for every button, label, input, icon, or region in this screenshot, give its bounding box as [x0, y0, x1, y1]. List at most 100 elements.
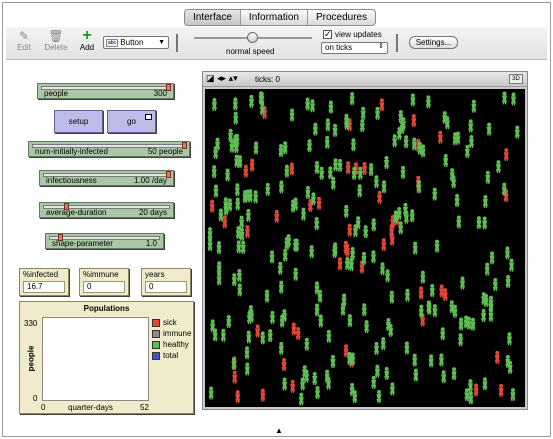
healthy-person: [481, 308, 487, 322]
slider-value: 20 days: [138, 208, 167, 217]
healthy-person: [400, 165, 406, 179]
healthy-person: [314, 160, 320, 174]
setup-button[interactable]: setup: [54, 110, 103, 133]
healthy-person: [514, 125, 520, 139]
view-shrink-icon[interactable]: ◪: [206, 73, 215, 83]
healthy-person: [236, 240, 242, 254]
plot-legend: sick immune healthy total: [152, 317, 191, 361]
healthy-person: [458, 317, 464, 331]
healthy-person: [443, 154, 449, 168]
sick-person: [249, 158, 255, 172]
monitor-value: 0: [83, 281, 125, 293]
healthy-person: [237, 155, 243, 169]
sick-person: [377, 190, 383, 204]
separator: [176, 34, 178, 52]
sick-person: [232, 370, 238, 384]
plus-icon: +: [82, 27, 92, 44]
healthy-person: [246, 330, 252, 344]
healthy-person: [344, 117, 350, 131]
tab-information[interactable]: Information: [241, 10, 308, 25]
healthy-person: [282, 141, 288, 155]
tab-interface[interactable]: Interface: [185, 10, 241, 25]
healthy-person: [234, 183, 240, 197]
healthy-person: [277, 261, 283, 275]
healthy-person: [410, 93, 416, 107]
healthy-person: [300, 207, 306, 221]
slider-num-initially-infected[interactable]: num-initially-infected 50 people: [28, 141, 190, 157]
healthy-person: [467, 379, 473, 393]
healthy-person: [361, 303, 367, 317]
healthy-person: [509, 258, 515, 272]
view-control-bar: ◪ ◂▸ ▴▾ ticks: 0 3D: [203, 72, 527, 87]
healthy-person: [208, 386, 214, 400]
settings-button[interactable]: Settings...: [409, 36, 458, 49]
healthy-person: [324, 369, 330, 383]
add-button[interactable]: + Add: [74, 27, 100, 53]
slider-people[interactable]: people 300: [37, 83, 174, 99]
healthy-person: [449, 300, 455, 314]
sick-person: [274, 209, 280, 223]
view-height-icon[interactable]: ▴▾: [229, 73, 238, 83]
healthy-person: [464, 144, 470, 158]
view-updates-checkbox[interactable]: ✓ view updates: [323, 30, 382, 39]
healthy-person: [247, 189, 253, 203]
world-canvas[interactable]: [205, 89, 525, 407]
chevron-updown-icon: ⇕: [378, 43, 384, 50]
legend-item-immune: immune: [152, 328, 191, 339]
slider-shape-parameter[interactable]: shape-parameter 1.0: [45, 233, 164, 249]
tab-procedures[interactable]: Procedures: [308, 10, 375, 25]
edit-button[interactable]: ✎ Edit: [11, 29, 37, 52]
healthy-person: [381, 180, 387, 194]
healthy-person: [343, 204, 349, 218]
healthy-person: [289, 108, 295, 122]
slider-label: infectiousness: [46, 176, 97, 185]
healthy-person: [444, 116, 450, 130]
widget-type-select[interactable]: abc Button ▼: [103, 36, 169, 49]
update-mode-select[interactable]: on ticks ⇕: [321, 42, 388, 54]
legend-swatch: [152, 351, 160, 360]
healthy-person: [340, 302, 346, 316]
legend-label: immune: [163, 329, 192, 338]
sick-person: [290, 379, 296, 393]
healthy-person: [385, 318, 391, 332]
healthy-person: [265, 182, 271, 196]
healthy-person: [396, 207, 402, 221]
healthy-person: [282, 248, 288, 262]
delete-button[interactable]: 🗑︎ Delete: [43, 29, 69, 52]
slider-infectiousness[interactable]: infectiousness 1.00 /day: [39, 170, 174, 186]
go-button[interactable]: go: [107, 110, 156, 133]
healthy-person: [233, 111, 239, 125]
healthy-person: [489, 251, 495, 265]
view-width-icon[interactable]: ◂▸: [217, 73, 226, 83]
healthy-person: [434, 239, 440, 253]
legend-item-healthy: healthy: [152, 339, 191, 350]
healthy-person: [468, 119, 474, 133]
healthy-person: [482, 216, 488, 230]
healthy-person: [373, 175, 379, 189]
healthy-person: [396, 126, 402, 140]
healthy-person: [236, 269, 242, 283]
healthy-person: [486, 122, 492, 136]
healthy-person: [389, 290, 395, 304]
healthy-person: [281, 309, 287, 323]
slider-label: average-duration: [46, 208, 107, 217]
speed-slider-knob[interactable]: [247, 32, 258, 43]
healthy-person: [278, 280, 284, 294]
healthy-person: [485, 170, 491, 184]
healthy-person: [459, 276, 465, 290]
healthy-person: [375, 106, 381, 120]
healthy-person: [374, 341, 380, 355]
healthy-person: [370, 250, 376, 264]
plot-xmax: 52: [140, 403, 149, 412]
healthy-person: [398, 221, 404, 235]
slider-average-duration[interactable]: average-duration 20 days: [39, 202, 174, 218]
sick-person: [243, 164, 249, 178]
healthy-person: [347, 314, 353, 328]
sick-person: [503, 148, 509, 162]
healthy-person: [350, 138, 356, 152]
tab-bar: Interface Information Procedures: [184, 9, 377, 26]
healthy-person: [225, 168, 231, 182]
collapse-icon[interactable]: ▲: [275, 426, 283, 435]
3d-view-button[interactable]: 3D: [509, 74, 523, 84]
healthy-person: [350, 247, 356, 261]
